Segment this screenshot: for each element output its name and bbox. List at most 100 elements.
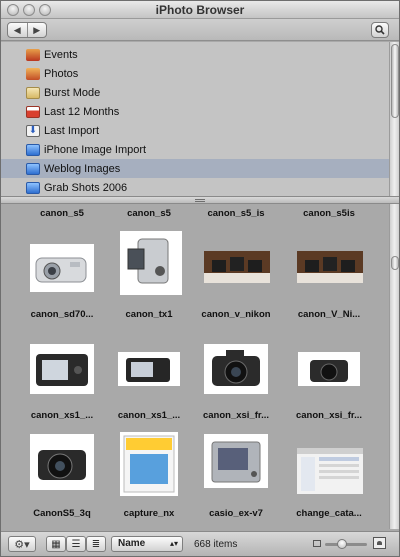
photo-item[interactable]: canon_xs1_... <box>104 342 194 442</box>
sort-popup[interactable]: Name ▴▾ <box>111 536 183 552</box>
photo-caption: canon_xs1_... <box>30 410 94 421</box>
view-detail-button[interactable]: ≣ <box>86 536 106 552</box>
camcorder-image <box>127 238 169 284</box>
photo-thumbnail <box>204 251 270 283</box>
digital-camera-image <box>211 441 261 483</box>
source-item-last-12-months[interactable]: Last 12 Months <box>1 102 389 121</box>
photo-item[interactable]: canon_V_Ni... <box>284 229 374 329</box>
photo-thumbnail <box>298 352 360 386</box>
photo-caption: canon_xsi_fr... <box>295 410 362 421</box>
photo-item[interactable]: canon_sd70... <box>17 229 107 329</box>
bridge-camera-image <box>38 450 86 480</box>
sort-label: Name <box>118 538 146 549</box>
compact-camera-image <box>35 257 87 283</box>
cameras-group-image <box>297 251 363 283</box>
pane-splitter[interactable] <box>1 196 399 204</box>
photo-caption: canon_s5is <box>303 208 355 219</box>
import-icon: ⬇ <box>26 124 40 137</box>
thumbnail-size-slider[interactable] <box>325 539 367 549</box>
source-list: Events Photos Burst Mode Last 12 Months … <box>1 42 399 196</box>
item-count: 668 items <box>194 539 238 550</box>
photo-caption: capture_nx <box>123 508 175 519</box>
source-label: Last 12 Months <box>44 105 120 118</box>
search-button[interactable] <box>371 22 389 38</box>
photo-caption: canon_xsi_fr... <box>202 410 269 421</box>
photo-caption: casio_ex-v7 <box>209 508 263 519</box>
photo-caption: canon_xs1_... <box>117 410 181 421</box>
dslr-front-image <box>212 350 260 386</box>
photo-caption: change_cata... <box>296 508 362 519</box>
large-thumbnail-icon <box>373 537 386 549</box>
photo-caption: canon_V_Ni... <box>297 309 361 320</box>
photo-caption: canon_v_nikon <box>201 309 271 320</box>
photo-item[interactable]: canon_xs1_... <box>17 342 107 442</box>
source-label: iPhone Image Import <box>44 143 147 156</box>
forward-icon[interactable]: ▶ <box>26 23 47 37</box>
photo-caption: canon_tx1 <box>125 309 173 320</box>
album-icon <box>26 162 40 175</box>
photo-item[interactable]: change_cata... <box>284 432 374 529</box>
popup-arrows-icon: ▴▾ <box>169 539 178 548</box>
photo-item[interactable]: casio_ex-v7 <box>191 432 281 529</box>
dslr-back-image <box>36 354 88 386</box>
album-icon <box>26 86 40 99</box>
view-grid-button[interactable]: ▦ <box>46 536 66 552</box>
photo-item[interactable]: canon_xsi_fr... <box>191 342 281 442</box>
cameras-group-image <box>204 251 270 283</box>
gear-icon: ⚙▾ <box>14 538 30 551</box>
photo-item[interactable]: CanonS5_3q <box>17 432 107 529</box>
photo-thumbnail <box>120 432 178 496</box>
photo-thumbnail <box>120 231 182 295</box>
bottom-bar: ⚙▾ ▦ ☰ ≣ Name ▴▾ 668 items <box>1 531 399 556</box>
iphoto-browser-window: iPhoto Browser ◀ ▶ Events Photos Burst M… <box>0 0 400 557</box>
action-menu-button[interactable]: ⚙▾ <box>8 536 36 552</box>
title-bar: iPhoto Browser <box>1 1 399 19</box>
photo-thumbnail <box>297 448 363 494</box>
screenshot-image <box>297 448 363 494</box>
photo-thumbnail <box>204 344 268 394</box>
slider-knob[interactable] <box>337 539 347 549</box>
detail-view-icon: ≣ <box>91 538 101 550</box>
photo-grid-scrollbar[interactable] <box>389 204 399 529</box>
scrollbar-thumb[interactable] <box>391 256 399 270</box>
splitter-grip <box>195 201 205 202</box>
events-icon <box>26 48 40 61</box>
photo-caption: canon_s5 <box>40 208 84 219</box>
source-item-weblog-images[interactable]: Weblog Images <box>1 159 389 178</box>
source-item-last-import[interactable]: ⬇ Last Import <box>1 121 389 140</box>
view-list-button[interactable]: ☰ <box>66 536 86 552</box>
photo-thumbnail <box>204 434 268 488</box>
album-icon <box>26 143 40 156</box>
grid-view-icon: ▦ <box>51 538 61 550</box>
navigation-control: ◀ ▶ <box>7 22 47 38</box>
photos-icon <box>26 67 40 80</box>
software-box-image <box>123 435 175 493</box>
dslr-back-image <box>126 358 170 382</box>
photo-caption: canon_s5 <box>127 208 171 219</box>
source-item-grab-shots-2006[interactable]: Grab Shots 2006 <box>1 178 389 196</box>
photo-item[interactable]: canon_xsi_fr... <box>284 342 374 442</box>
source-label: Grab Shots 2006 <box>44 181 128 194</box>
source-list-scrollbar[interactable] <box>389 42 399 196</box>
photo-thumbnail <box>118 352 180 386</box>
back-icon[interactable]: ◀ <box>8 23 27 37</box>
album-icon <box>26 181 40 194</box>
source-label: Photos <box>44 67 79 80</box>
source-item-events[interactable]: Events <box>1 45 389 64</box>
toolbar: ◀ ▶ <box>1 19 399 41</box>
source-item-iphone-image-import[interactable]: iPhone Image Import <box>1 140 389 159</box>
photo-item[interactable]: capture_nx <box>104 432 194 529</box>
source-label: Events <box>44 48 78 61</box>
photo-item[interactable]: canon_v_nikon <box>191 229 281 329</box>
source-item-photos[interactable]: Photos <box>1 64 389 83</box>
dslr-front-image <box>310 360 348 382</box>
photo-grid: canon_s5 canon_s5 canon_s5_is canon_s5is… <box>1 204 389 529</box>
photo-caption: canon_s5_is <box>207 208 265 219</box>
photo-item[interactable]: canon_tx1 <box>104 229 194 329</box>
small-thumbnail-icon <box>313 540 321 547</box>
source-item-burst-mode[interactable]: Burst Mode <box>1 83 389 102</box>
search-icon <box>375 25 385 35</box>
source-label: Burst Mode <box>44 86 101 99</box>
photo-caption: CanonS5_3q <box>33 508 91 519</box>
scrollbar-thumb[interactable] <box>391 44 399 118</box>
